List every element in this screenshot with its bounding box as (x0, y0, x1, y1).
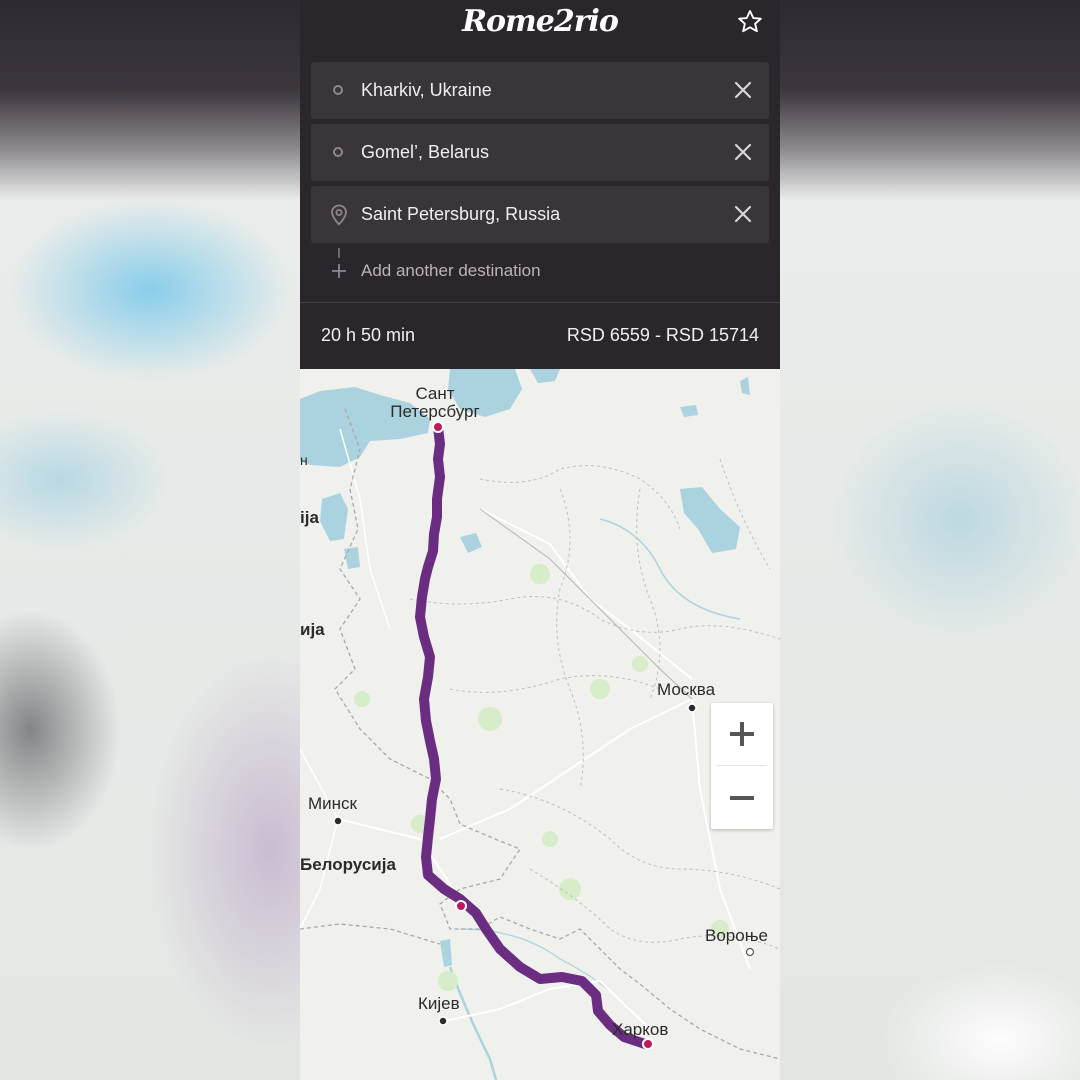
forest-patch (438, 971, 458, 991)
stop-marker-gomel (455, 900, 467, 912)
close-icon[interactable] (733, 204, 753, 224)
forest-patch (354, 691, 370, 707)
map-canvas (300, 369, 780, 1080)
city-point-voronezh (745, 947, 755, 957)
map-label-minsk: Минск (308, 794, 357, 813)
plus-icon (730, 722, 754, 746)
star-outline-icon[interactable] (736, 8, 764, 36)
map-label-edge-1: н (300, 452, 308, 468)
stop-marker-spb (432, 421, 444, 433)
lake-onega (530, 369, 560, 383)
city-point-kyiv (438, 1016, 448, 1026)
border-line (300, 923, 441, 945)
zoom-control (711, 703, 773, 829)
trip-price-range: RSD 6559 - RSD 15714 (566, 325, 759, 345)
top-bar: Rome2rio (300, 0, 780, 50)
map-label-spb-2: Петерсбург (390, 402, 480, 421)
zoom-in-button[interactable] (711, 703, 773, 765)
map-label-edge-3: ија (300, 620, 325, 639)
map-label-voronezh: Вороње (705, 926, 768, 945)
zoom-divider (717, 765, 767, 766)
origin-text: Kharkiv, Ukraine (361, 80, 492, 100)
destination-text: Saint Petersburg, Russia (361, 204, 561, 224)
origin-field[interactable]: Kharkiv, Ukraine (311, 62, 769, 119)
forest-patch (559, 878, 581, 900)
map-label-edge-2: ija (300, 508, 319, 527)
region-border (479, 465, 681, 530)
zoom-out-button[interactable] (711, 767, 773, 829)
lake-pskov (344, 547, 360, 569)
map-label-belarus: Белорусија (300, 855, 396, 874)
add-destination-button[interactable]: Add another destination (311, 248, 769, 288)
city-point-moscow (687, 703, 697, 713)
small-lake-2 (740, 377, 750, 395)
map-label-moscow: Москва (657, 680, 716, 699)
waypoint-text: Gomel’, Belarus (361, 142, 490, 162)
map-label-kharkiv: Харков (612, 1020, 669, 1039)
lake-ilmen (460, 533, 482, 553)
region-border (719, 458, 771, 570)
railway (479, 508, 693, 700)
forest-patch (530, 564, 550, 584)
road (439, 698, 693, 840)
forest-patch (542, 831, 558, 847)
river-desna (459, 928, 631, 1010)
connector-line (338, 248, 340, 258)
app-screen: Rome2rio Kharkiv, Ukraine Gomel’, Belaru… (300, 0, 780, 1080)
add-destination-label: Add another destination (361, 261, 541, 280)
rybinsk-reservoir (680, 487, 740, 553)
road (479, 508, 693, 680)
region-border (449, 675, 661, 693)
plus-icon (332, 264, 346, 278)
minus-icon (730, 796, 754, 800)
trip-summary[interactable]: 20 h 50 min RSD 6559 - RSD 15714 (300, 303, 780, 369)
route-line (415, 422, 653, 1050)
app-logo: Rome2rio (462, 4, 619, 39)
small-lake-1 (680, 405, 698, 417)
stop-marker-kharkiv (642, 1038, 654, 1050)
waypoint-field[interactable]: Gomel’, Belarus (311, 124, 769, 181)
route-map[interactable]: Сант Петерсбург Москва Минск Белорусија … (300, 369, 780, 1080)
circle-icon (333, 85, 343, 95)
map-label-spb-1: Сант (415, 384, 455, 403)
forest-patch (632, 656, 648, 672)
close-icon[interactable] (733, 80, 753, 100)
close-icon[interactable] (733, 142, 753, 162)
destination-field[interactable]: Saint Petersburg, Russia (311, 186, 769, 243)
forest-patch (478, 707, 502, 731)
region-border (556, 488, 584, 790)
forest-patch (590, 679, 610, 699)
road (300, 748, 339, 930)
kyiv-reservoir (440, 939, 452, 967)
trip-duration: 20 h 50 min (321, 325, 416, 345)
location-pin-icon (331, 204, 347, 226)
city-point-minsk (333, 816, 343, 826)
lake-peipus (320, 493, 348, 541)
circle-icon (333, 147, 343, 157)
map-label-kyiv: Кијев (418, 994, 460, 1013)
